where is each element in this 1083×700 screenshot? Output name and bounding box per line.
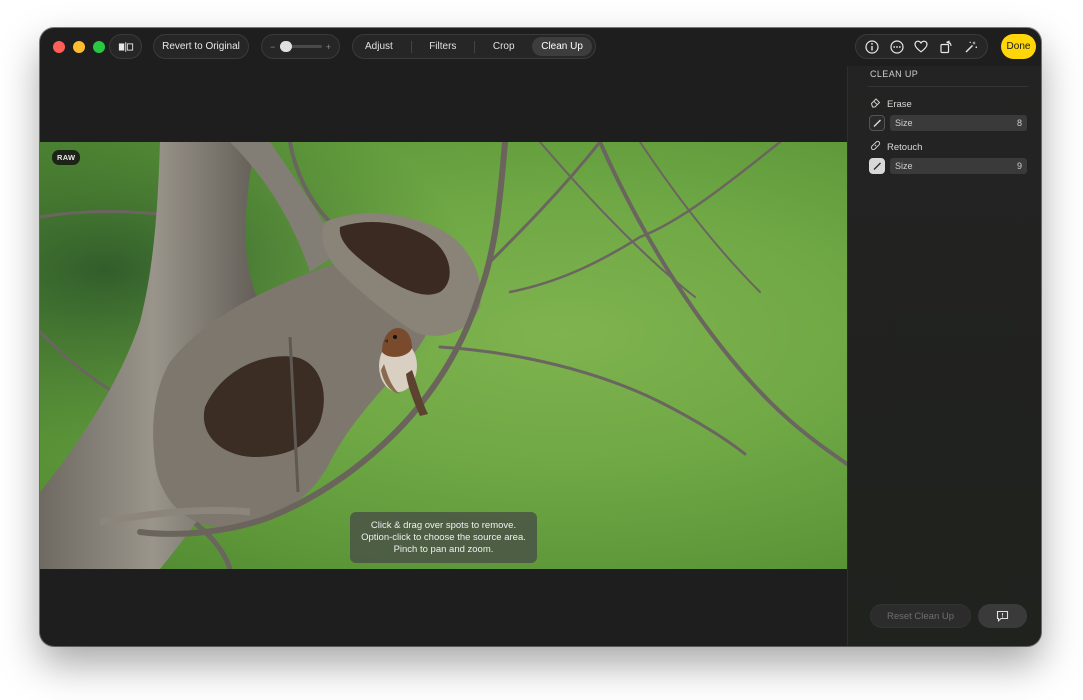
- tab-adjust[interactable]: Adjust: [356, 37, 402, 56]
- erase-brush-button[interactable]: [869, 115, 885, 131]
- revert-to-original-button[interactable]: Revert to Original: [153, 34, 249, 59]
- zoom-slider[interactable]: [279, 41, 322, 52]
- reset-label: Reset Clean Up: [886, 610, 955, 622]
- toolbar-actions: [855, 34, 988, 59]
- brush-icon: [873, 119, 881, 127]
- zoom-control: − +: [261, 34, 340, 59]
- retouch-label: Retouch: [887, 141, 923, 153]
- tab-filters[interactable]: Filters: [420, 37, 465, 56]
- rotate-icon[interactable]: [938, 39, 954, 55]
- reset-clean-up-button[interactable]: Reset Clean Up: [870, 604, 971, 628]
- tab-crop[interactable]: Crop: [484, 37, 524, 56]
- erase-label: Erase: [887, 98, 912, 110]
- photo-canvas[interactable]: RAW Click & drag over spots to remove. O…: [40, 142, 847, 569]
- clean-up-hint: Click & drag over spots to remove. Optio…: [350, 512, 537, 563]
- hint-line: Click & drag over spots to remove.: [370, 519, 517, 531]
- split-compare-icon: [118, 39, 134, 55]
- edit-mode-tabs: Adjust Filters Crop Clean Up: [352, 34, 596, 59]
- brush-icon: [873, 162, 881, 170]
- zoom-window-button[interactable]: [93, 41, 105, 53]
- revert-label: Revert to Original: [162, 41, 240, 52]
- feedback-button[interactable]: [978, 604, 1027, 628]
- done-label: Done: [1006, 41, 1031, 52]
- retouch-size-value: 9: [1016, 161, 1022, 171]
- bandage-icon: [870, 140, 881, 154]
- erase-size-slider[interactable]: Size 8: [890, 115, 1027, 131]
- compare-button[interactable]: [109, 34, 142, 59]
- heart-icon[interactable]: [913, 39, 929, 55]
- feedback-icon: [996, 610, 1009, 622]
- retouch-tool-header[interactable]: Retouch: [870, 140, 922, 154]
- erase-size-value: 8: [1016, 118, 1022, 128]
- tab-divider: [410, 40, 412, 53]
- tab-clean-up[interactable]: Clean Up: [532, 37, 592, 56]
- zoom-in-label[interactable]: +: [326, 42, 331, 52]
- minimize-window-button[interactable]: [73, 41, 85, 53]
- photos-editor-window: Revert to Original − + Adjust Filters Cr…: [40, 28, 1041, 646]
- toolbar: Revert to Original − + Adjust Filters Cr…: [40, 28, 1041, 66]
- retouch-size-label: Size: [895, 161, 913, 171]
- sidebar-title: CLEAN UP: [870, 69, 919, 79]
- clean-up-sidebar: CLEAN UP Erase Size 8 Retouch Size 9 Res…: [847, 66, 1041, 646]
- erase-size-label: Size: [895, 118, 913, 128]
- more-icon[interactable]: [889, 39, 905, 55]
- done-button[interactable]: Done: [1001, 34, 1036, 59]
- magic-wand-icon[interactable]: [963, 39, 979, 55]
- erase-size-row: Size 8: [869, 115, 1027, 131]
- bird-on-branch-photo: [40, 142, 847, 569]
- zoom-out-label[interactable]: −: [270, 42, 275, 52]
- retouch-size-slider[interactable]: Size 9: [890, 158, 1027, 174]
- hint-line: Pinch to pan and zoom.: [393, 543, 494, 555]
- hint-line: Option-click to choose the source area.: [361, 531, 526, 543]
- close-window-button[interactable]: [53, 41, 65, 53]
- tab-divider: [474, 40, 476, 53]
- retouch-size-row: Size 9: [869, 158, 1027, 174]
- info-icon[interactable]: [864, 39, 880, 55]
- retouch-brush-button[interactable]: [869, 158, 885, 174]
- zoom-slider-knob[interactable]: [279, 41, 292, 52]
- erase-tool-header[interactable]: Erase: [870, 97, 912, 111]
- raw-badge: RAW: [52, 150, 81, 165]
- eraser-icon: [870, 97, 881, 111]
- window-controls: [53, 41, 105, 53]
- sidebar-divider: [868, 86, 1028, 87]
